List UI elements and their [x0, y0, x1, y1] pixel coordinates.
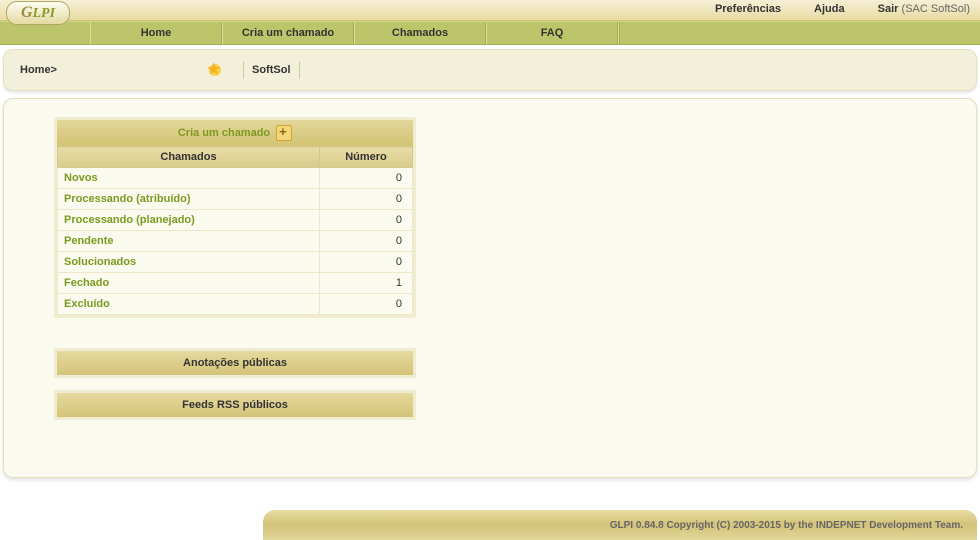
table-row: Processando (planejado) 0	[58, 210, 413, 231]
table-row: Solucionados 0	[58, 252, 413, 273]
plus-icon	[276, 125, 292, 141]
breadcrumb-home[interactable]: Home>	[20, 64, 57, 76]
current-user: (SAC SoftSol)	[902, 3, 970, 15]
status-link[interactable]: Processando (planejado)	[64, 214, 195, 226]
nav-faq[interactable]: FAQ	[486, 22, 618, 44]
breadcrumb-entity[interactable]: SoftSol	[252, 64, 291, 76]
status-link[interactable]: Excluído	[64, 298, 110, 310]
create-ticket-header[interactable]: Cria um chamado	[57, 120, 413, 146]
create-ticket-label: Cria um chamado	[178, 127, 270, 139]
top-right-links: Preferências Ajuda Sair (SAC SoftSol)	[685, 3, 970, 15]
status-link[interactable]: Pendente	[64, 235, 114, 247]
public-rss-bar[interactable]: Feeds RSS públicos	[54, 390, 416, 420]
footer: GLPI 0.84.8 Copyright (C) 2003-2015 by t…	[263, 510, 977, 540]
footer-text: GLPI 0.84.8 Copyright (C) 2003-2015 by t…	[610, 520, 963, 531]
status-link[interactable]: Fechado	[64, 277, 109, 289]
nav-create-ticket[interactable]: Cria um chamado	[222, 22, 354, 44]
table-row: Excluído 0	[58, 294, 413, 315]
col-status: Chamados	[58, 147, 320, 168]
glpi-logo[interactable]: GLPI	[6, 1, 70, 25]
nav-tickets[interactable]: Chamados	[354, 22, 486, 44]
logo-text: GLPI	[21, 4, 55, 22]
preferences-link[interactable]: Preferências	[715, 3, 781, 15]
top-header: GLPI Preferências Ajuda Sair (SAC SoftSo…	[0, 0, 980, 21]
main-content: Cria um chamado Chamados Número Novos0Pr…	[3, 98, 977, 478]
status-count: 0	[320, 210, 413, 231]
status-link[interactable]: Novos	[64, 172, 98, 184]
table-row: Novos 0	[58, 168, 413, 189]
status-count: 0	[320, 252, 413, 273]
status-link[interactable]: Processando (atribuído)	[64, 193, 191, 205]
table-row: Processando (atribuído) 0	[58, 189, 413, 210]
breadcrumb-bar: Home> SoftSol	[3, 49, 977, 91]
status-count: 1	[320, 273, 413, 294]
col-number: Número	[320, 147, 413, 168]
public-notes-bar[interactable]: Anotações públicas	[54, 348, 416, 378]
separator	[299, 61, 300, 79]
status-count: 0	[320, 294, 413, 315]
separator	[243, 61, 244, 79]
status-link[interactable]: Solucionados	[64, 256, 136, 268]
tickets-panel: Cria um chamado Chamados Número Novos0Pr…	[54, 117, 416, 318]
nav-home[interactable]: Home	[90, 22, 222, 44]
public-rss-label: Feeds RSS públicos	[182, 399, 288, 411]
logout-link[interactable]: Sair (SAC SoftSol)	[878, 3, 970, 15]
help-link[interactable]: Ajuda	[814, 3, 845, 15]
status-count: 0	[320, 168, 413, 189]
bookmark-star-icon[interactable]	[207, 62, 223, 78]
tickets-table: Chamados Número Novos0Processando (atrib…	[57, 146, 413, 315]
nav-spacer	[618, 22, 620, 44]
status-count: 0	[320, 231, 413, 252]
status-count: 0	[320, 189, 413, 210]
table-row: Fechado 1	[58, 273, 413, 294]
main-nav: Home Cria um chamado Chamados FAQ	[0, 21, 980, 45]
public-notes-label: Anotações públicas	[183, 357, 287, 369]
table-row: Pendente 0	[58, 231, 413, 252]
